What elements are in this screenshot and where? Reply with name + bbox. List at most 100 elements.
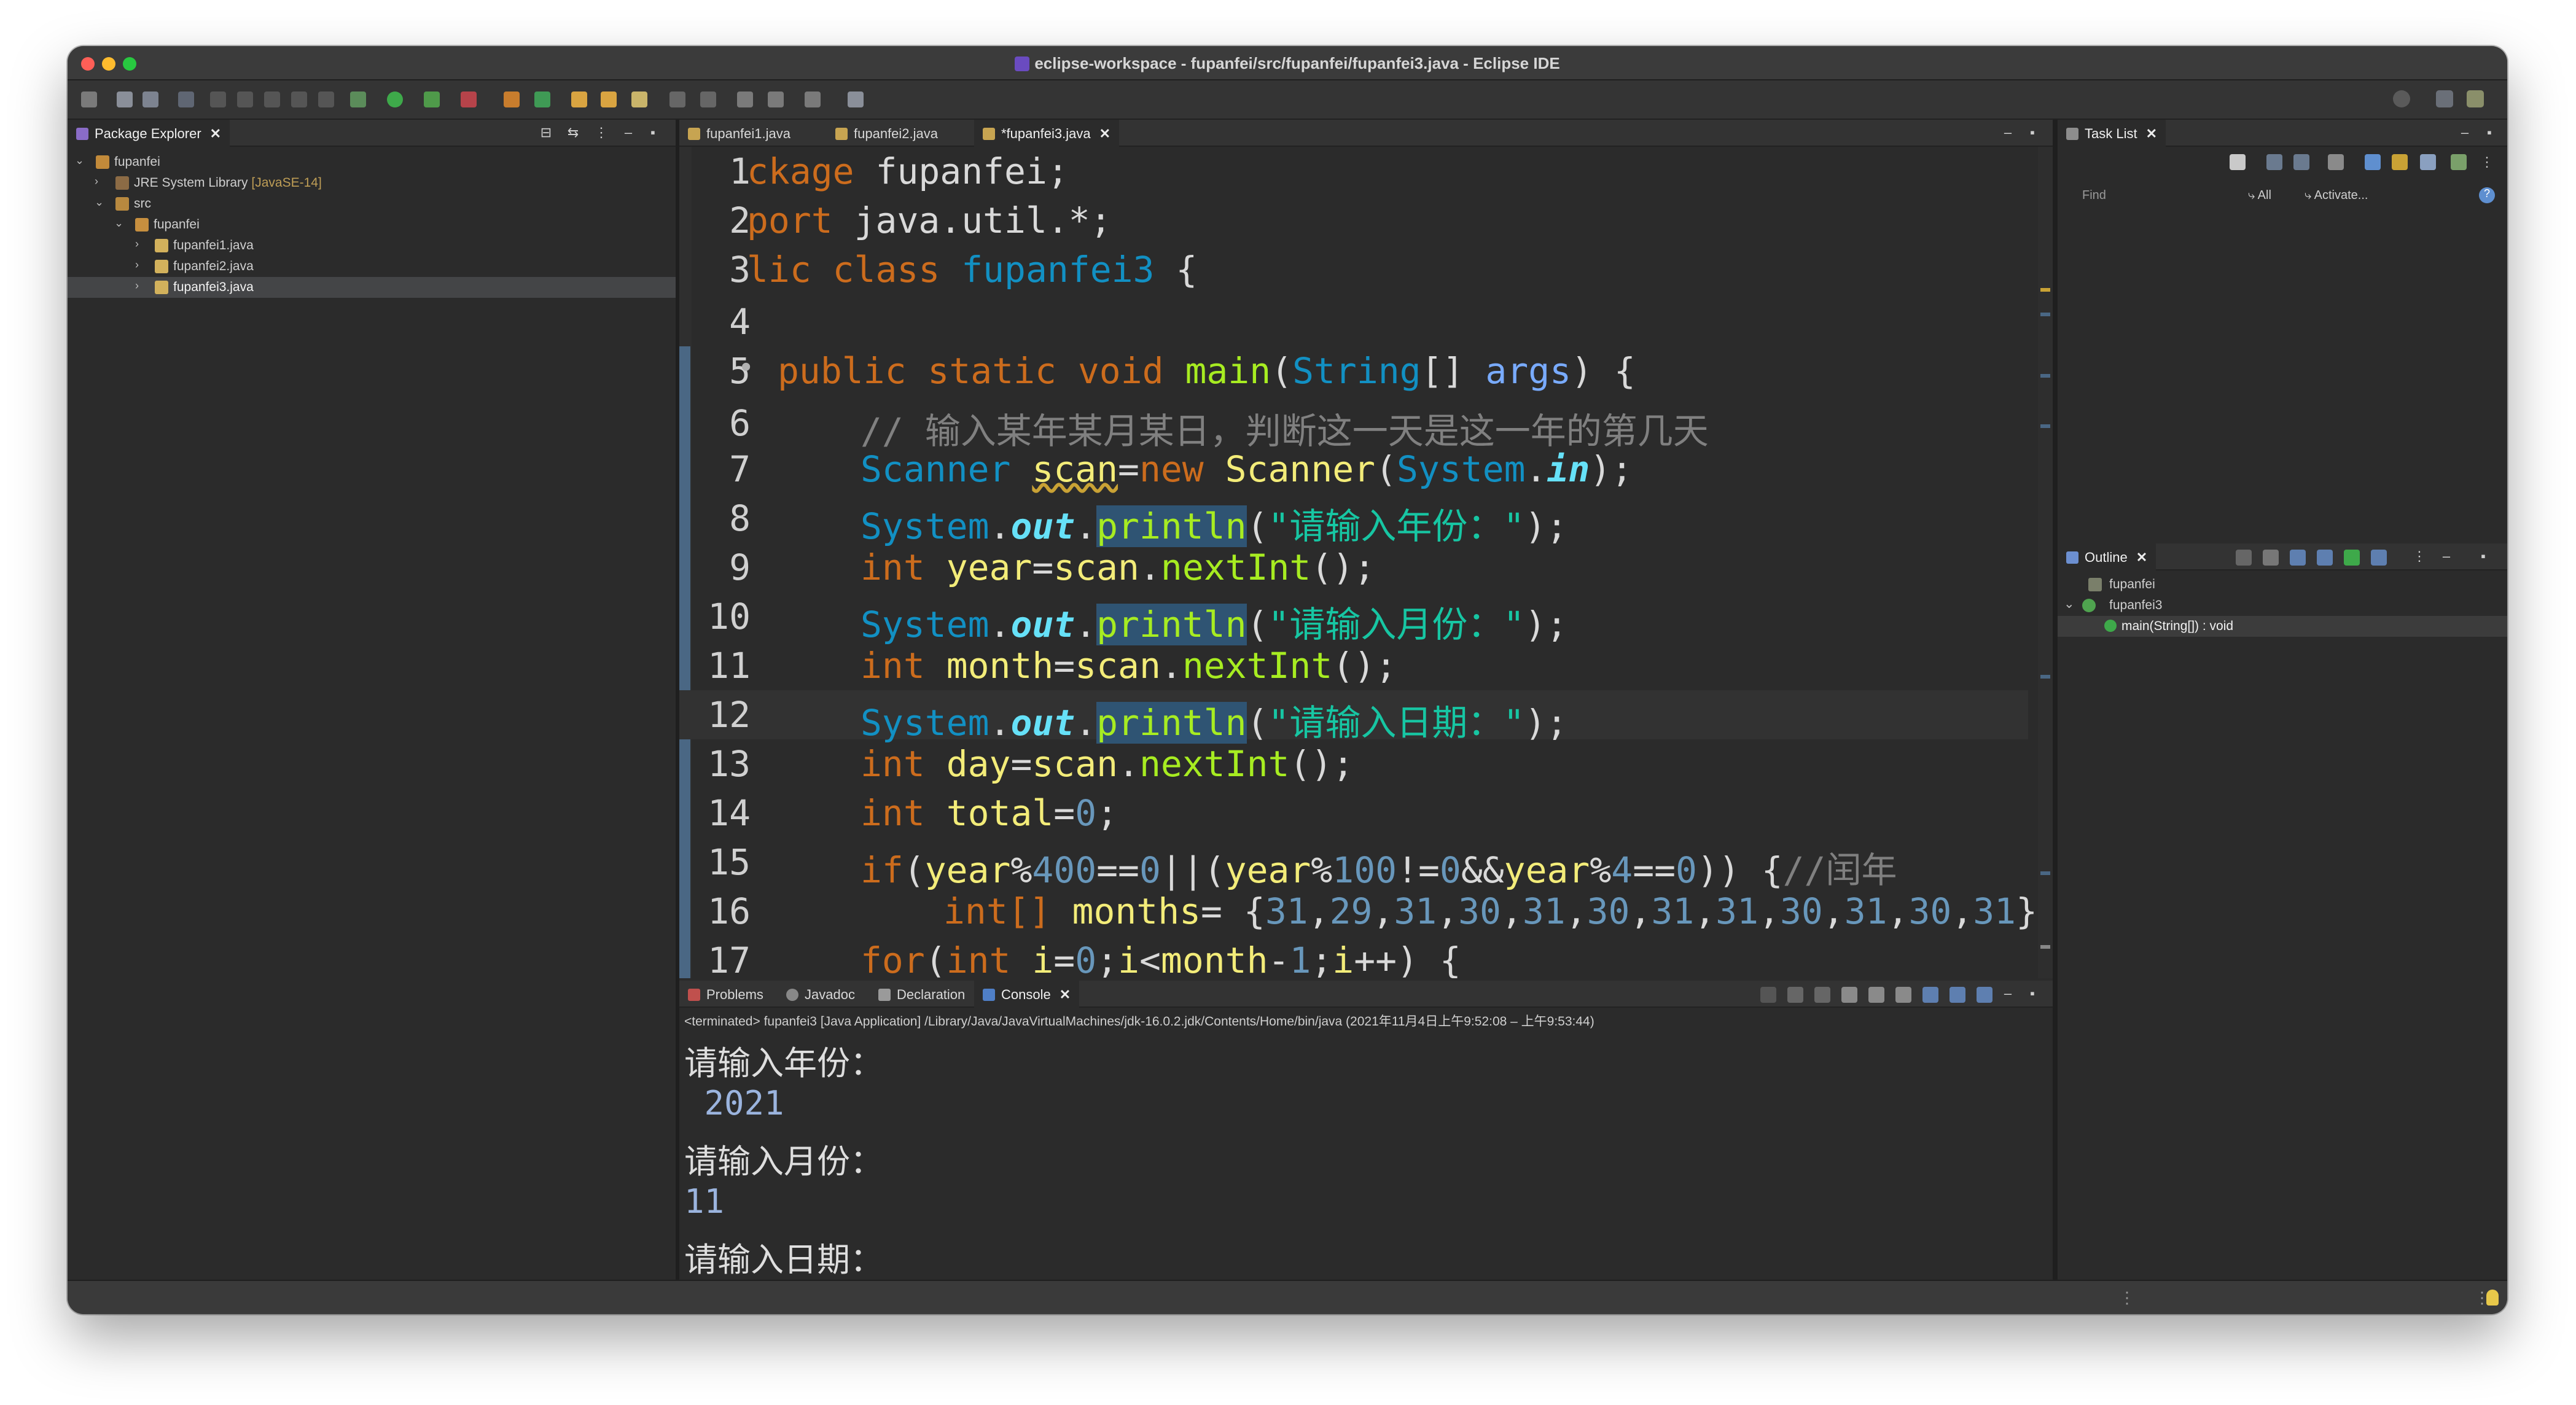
tab-package-explorer[interactable]: Package Explorer ✕ xyxy=(68,120,230,147)
hide-local-types-icon[interactable] xyxy=(2344,550,2360,566)
scroll-lock-icon[interactable] xyxy=(1868,987,1884,1003)
tree-item-package[interactable]: ⌄ fupanfei xyxy=(68,214,676,235)
chevron-down-icon[interactable]: ⌄ xyxy=(114,217,127,230)
view-menu-icon[interactable]: ⋮ xyxy=(2411,548,2427,564)
tab-javadoc[interactable]: Javadoc xyxy=(778,981,864,1008)
tip-bulb-icon[interactable] xyxy=(2486,1290,2499,1306)
tab-problems[interactable]: Problems xyxy=(679,981,772,1008)
link-with-editor-icon[interactable]: ⇆ xyxy=(565,125,581,141)
open-console-icon[interactable] xyxy=(1977,987,1992,1003)
maximize-icon[interactable]: ▪ xyxy=(2481,125,2497,141)
close-tab-icon[interactable]: ✕ xyxy=(1060,987,1071,1002)
overview-mark[interactable] xyxy=(2040,313,2050,316)
word-wrap-icon[interactable] xyxy=(291,91,307,107)
open-type-icon[interactable] xyxy=(601,91,617,107)
new-package-icon[interactable] xyxy=(534,91,550,107)
forward-icon[interactable] xyxy=(805,91,821,107)
console-input-line[interactable]: 11 xyxy=(684,1182,724,1221)
new-task-icon[interactable] xyxy=(2230,154,2246,170)
open-perspective-icon[interactable] xyxy=(2436,90,2453,107)
overview-mark[interactable] xyxy=(2040,424,2050,428)
tree-item-project[interactable]: ⌄ fupanfei xyxy=(68,152,676,173)
chevron-right-icon[interactable]: › xyxy=(135,238,147,251)
close-tab-icon[interactable]: ✕ xyxy=(1099,126,1110,141)
chevron-down-icon[interactable]: ⌄ xyxy=(75,154,87,167)
tree-item-src[interactable]: ⌄ src xyxy=(68,193,676,214)
tab-fupanfei1[interactable]: fupanfei1.java xyxy=(679,120,799,147)
synchronize-icon[interactable] xyxy=(2392,154,2408,170)
pin-console-icon[interactable] xyxy=(1922,987,1938,1003)
minimize-icon[interactable]: – xyxy=(2457,125,2473,141)
overview-mark[interactable] xyxy=(2040,871,2050,875)
minimize-icon[interactable]: – xyxy=(2000,986,2016,1002)
outline-item-method[interactable]: main(String[]) : void xyxy=(2058,616,2507,637)
overview-mark[interactable] xyxy=(2040,675,2050,679)
focus-icon[interactable] xyxy=(2365,154,2381,170)
tree-item-fupanfei2[interactable]: › fupanfei2.java xyxy=(68,256,676,277)
java-perspective-icon[interactable] xyxy=(2467,90,2484,107)
new-class-icon[interactable] xyxy=(571,91,587,107)
mark-occurrences-icon[interactable] xyxy=(237,91,253,107)
back-icon[interactable] xyxy=(768,91,784,107)
pin-editor-icon[interactable] xyxy=(848,91,864,107)
activate-link[interactable]: ⤷ Activate... xyxy=(2305,189,2368,203)
code-line[interactable]: 3 lic class fupanfei3 { xyxy=(679,245,2028,294)
terminate-icon[interactable] xyxy=(1760,987,1776,1003)
maximize-icon[interactable]: ▪ xyxy=(2024,986,2040,1002)
code-line[interactable]: 2 port java.util.*; xyxy=(679,196,2028,245)
fold-icon[interactable]: ● xyxy=(742,359,750,374)
save-all-icon[interactable] xyxy=(142,91,158,107)
tab-fupanfei2[interactable]: fupanfei2.java xyxy=(827,120,946,147)
find-input[interactable]: Find xyxy=(2082,189,2106,203)
last-edit-icon[interactable] xyxy=(737,91,753,107)
close-tab-icon[interactable]: ✕ xyxy=(210,126,221,141)
tab-fupanfei3[interactable]: *fupanfei3.java ✕ xyxy=(974,120,1119,147)
chevron-right-icon[interactable]: › xyxy=(135,279,147,292)
tab-task-list[interactable]: Task List ✕ xyxy=(2058,120,2166,147)
close-tab-icon[interactable]: ✕ xyxy=(2146,126,2157,141)
external-tools-icon[interactable] xyxy=(461,91,477,107)
tree-item-jre-library[interactable]: › JRE System Library [JavaSE-14] xyxy=(68,173,676,193)
tab-declaration[interactable]: Declaration xyxy=(870,981,974,1008)
code-editor[interactable]: 1 ckage fupanfei; 2 port java.util.*; 3 … xyxy=(679,147,2053,978)
collapse-icon[interactable] xyxy=(2420,154,2436,170)
sort-icon[interactable] xyxy=(2236,550,2252,566)
search-tool-icon[interactable] xyxy=(631,91,647,107)
maximize-icon[interactable]: ▪ xyxy=(2024,125,2040,141)
view-menu-icon[interactable]: ⋮ xyxy=(593,125,609,141)
hide-completed-icon[interactable] xyxy=(2328,154,2344,170)
new-query-icon[interactable] xyxy=(2451,154,2467,170)
chevron-right-icon[interactable]: › xyxy=(95,175,107,188)
search-icon[interactable] xyxy=(2393,90,2410,107)
tree-item-fupanfei1[interactable]: › fupanfei1.java xyxy=(68,235,676,256)
debug-icon[interactable] xyxy=(350,91,366,107)
new-java-project-icon[interactable] xyxy=(504,91,520,107)
chevron-down-icon[interactable]: ⌄ xyxy=(2064,596,2075,612)
code-line[interactable]: 5 ● public static void main(String[] arg… xyxy=(679,346,2028,395)
run-icon[interactable] xyxy=(387,91,403,107)
tree-item-fupanfei3[interactable]: › fupanfei3.java xyxy=(68,277,676,298)
code-line[interactable]: 9 int year=scan.nextInt(); xyxy=(679,543,2028,592)
view-menu-icon[interactable]: ⋮ xyxy=(2479,154,2495,170)
tab-outline[interactable]: Outline ✕ xyxy=(2058,543,2156,570)
filter-all-link[interactable]: ⤷ All xyxy=(2248,189,2271,203)
tab-console[interactable]: Console ✕ xyxy=(974,981,1080,1008)
scheduled-icon[interactable] xyxy=(2293,154,2309,170)
overview-mark[interactable] xyxy=(2040,374,2050,378)
minimize-icon[interactable]: – xyxy=(2438,548,2454,564)
word-wrap-icon[interactable] xyxy=(1895,987,1911,1003)
code-line[interactable]: 7 Scanner scan=new Scanner(System.in); xyxy=(679,445,2028,494)
code-line[interactable]: 8 System.out.println("请输入年份："); xyxy=(679,494,2028,547)
hide-fields-icon[interactable] xyxy=(2263,550,2279,566)
chevron-down-icon[interactable]: ⌄ xyxy=(95,196,107,209)
remove-all-icon[interactable] xyxy=(1814,987,1830,1003)
code-line[interactable]: 1 ckage fupanfei; xyxy=(679,147,2028,196)
overview-mark[interactable] xyxy=(2040,945,2050,949)
console-input-line[interactable]: 2021 xyxy=(684,1084,784,1123)
hide-static-icon[interactable] xyxy=(2290,550,2306,566)
toggle-comment-icon[interactable] xyxy=(210,91,226,107)
save-icon[interactable] xyxy=(117,91,133,107)
minimize-icon[interactable]: – xyxy=(2000,125,2016,141)
code-line-current[interactable]: 12 System.out.println("请输入日期："); xyxy=(679,690,2028,744)
right-splitter[interactable] xyxy=(2053,120,2058,1280)
